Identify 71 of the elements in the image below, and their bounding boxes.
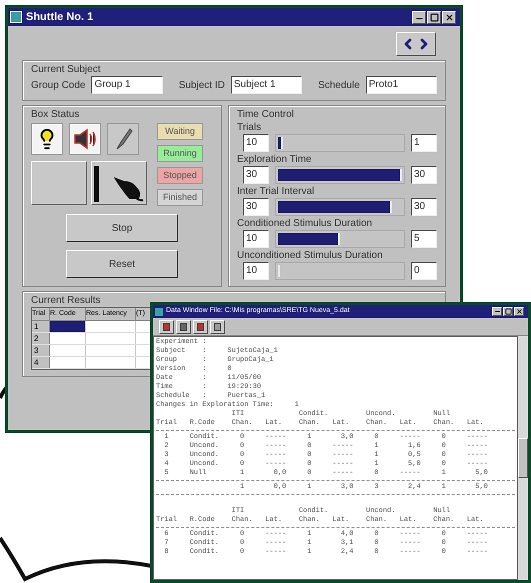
group-legend: Time Control [237,108,437,121]
toolbar-button[interactable] [193,320,208,334]
field-label: Schedule [318,78,360,92]
action-button[interactable]: Stop [66,214,178,242]
control-label: Exploration Time [237,153,312,166]
app-icon [155,308,163,316]
row-header: 1 [32,321,50,332]
box-button[interactable] [91,161,147,205]
app-icon [10,11,22,23]
maximize-icon [430,12,438,22]
speaker-tile[interactable] [69,123,101,155]
text-field[interactable]: Proto1 [366,76,437,94]
status-indicator: Finished [157,189,203,206]
document-icon [180,322,187,330]
text-field[interactable]: 30 [411,198,437,216]
close-icon [516,308,522,315]
scroll-thumb[interactable] [518,438,528,478]
group-legend: Current Subject [31,63,437,76]
slider-track[interactable] [275,198,405,216]
text-field[interactable]: 30 [243,198,269,216]
navigation-button[interactable] [396,32,436,56]
text-field[interactable]: 30 [411,166,437,184]
text-field[interactable]: 1 [411,134,437,152]
text-field[interactable]: 0 [411,262,437,280]
text-field[interactable]: 30 [243,166,269,184]
close-icon [444,12,454,22]
close-button[interactable] [442,10,456,24]
text-field[interactable]: 10 [243,230,269,248]
control-label: Conditioned Stimulus Duration [237,217,374,230]
light-tile[interactable] [31,123,63,155]
document-icon [163,322,170,330]
text-field[interactable]: 10 [243,262,269,280]
control-label: Trials [237,121,262,134]
group-legend: Box Status [31,108,213,121]
table-cell[interactable] [50,321,86,332]
minimize-button[interactable] [412,10,426,24]
text-field[interactable]: 5 [411,230,437,248]
row-header: 3 [32,345,50,356]
row-header: 2 [32,333,50,344]
status-indicator: Running [157,145,203,162]
shock-tile[interactable] [107,123,139,155]
status-indicator: Waiting [157,123,203,140]
field-label: Group Code [31,78,86,92]
action-button[interactable]: Reset [66,250,178,278]
slider-track[interactable] [275,166,405,184]
slider-track[interactable] [275,230,405,248]
maximize-button[interactable] [503,307,513,316]
scroll-bar[interactable] [518,336,528,580]
toolbar-button[interactable] [210,320,225,334]
group-legend: Current Results [31,294,437,307]
close-button[interactable] [514,307,524,316]
text-field[interactable]: 10 [243,134,269,152]
window-title: Shuttle No. 1 [26,10,94,25]
document-icon [214,322,221,330]
minimize-icon [494,308,500,315]
document-icon [197,322,204,330]
lever-icon [94,166,99,202]
control-label: Unconditioned Stimulus Duration [237,249,384,262]
field-label: Subject ID [178,78,225,92]
toolbar-button[interactable] [176,320,191,334]
text-field[interactable]: Group 1 [91,76,163,94]
control-label: Inter Trial Interval [237,185,316,198]
slider-track[interactable] [275,134,405,152]
row-header: 4 [32,357,50,368]
status-indicator: Stopped [157,167,203,184]
minimize-button[interactable] [492,307,502,316]
text-field[interactable]: Subject 1 [230,76,302,94]
speaker-icon [73,128,97,150]
maximize-icon [504,308,512,315]
slider-track[interactable] [275,262,405,280]
toolbar-button[interactable] [159,320,174,334]
